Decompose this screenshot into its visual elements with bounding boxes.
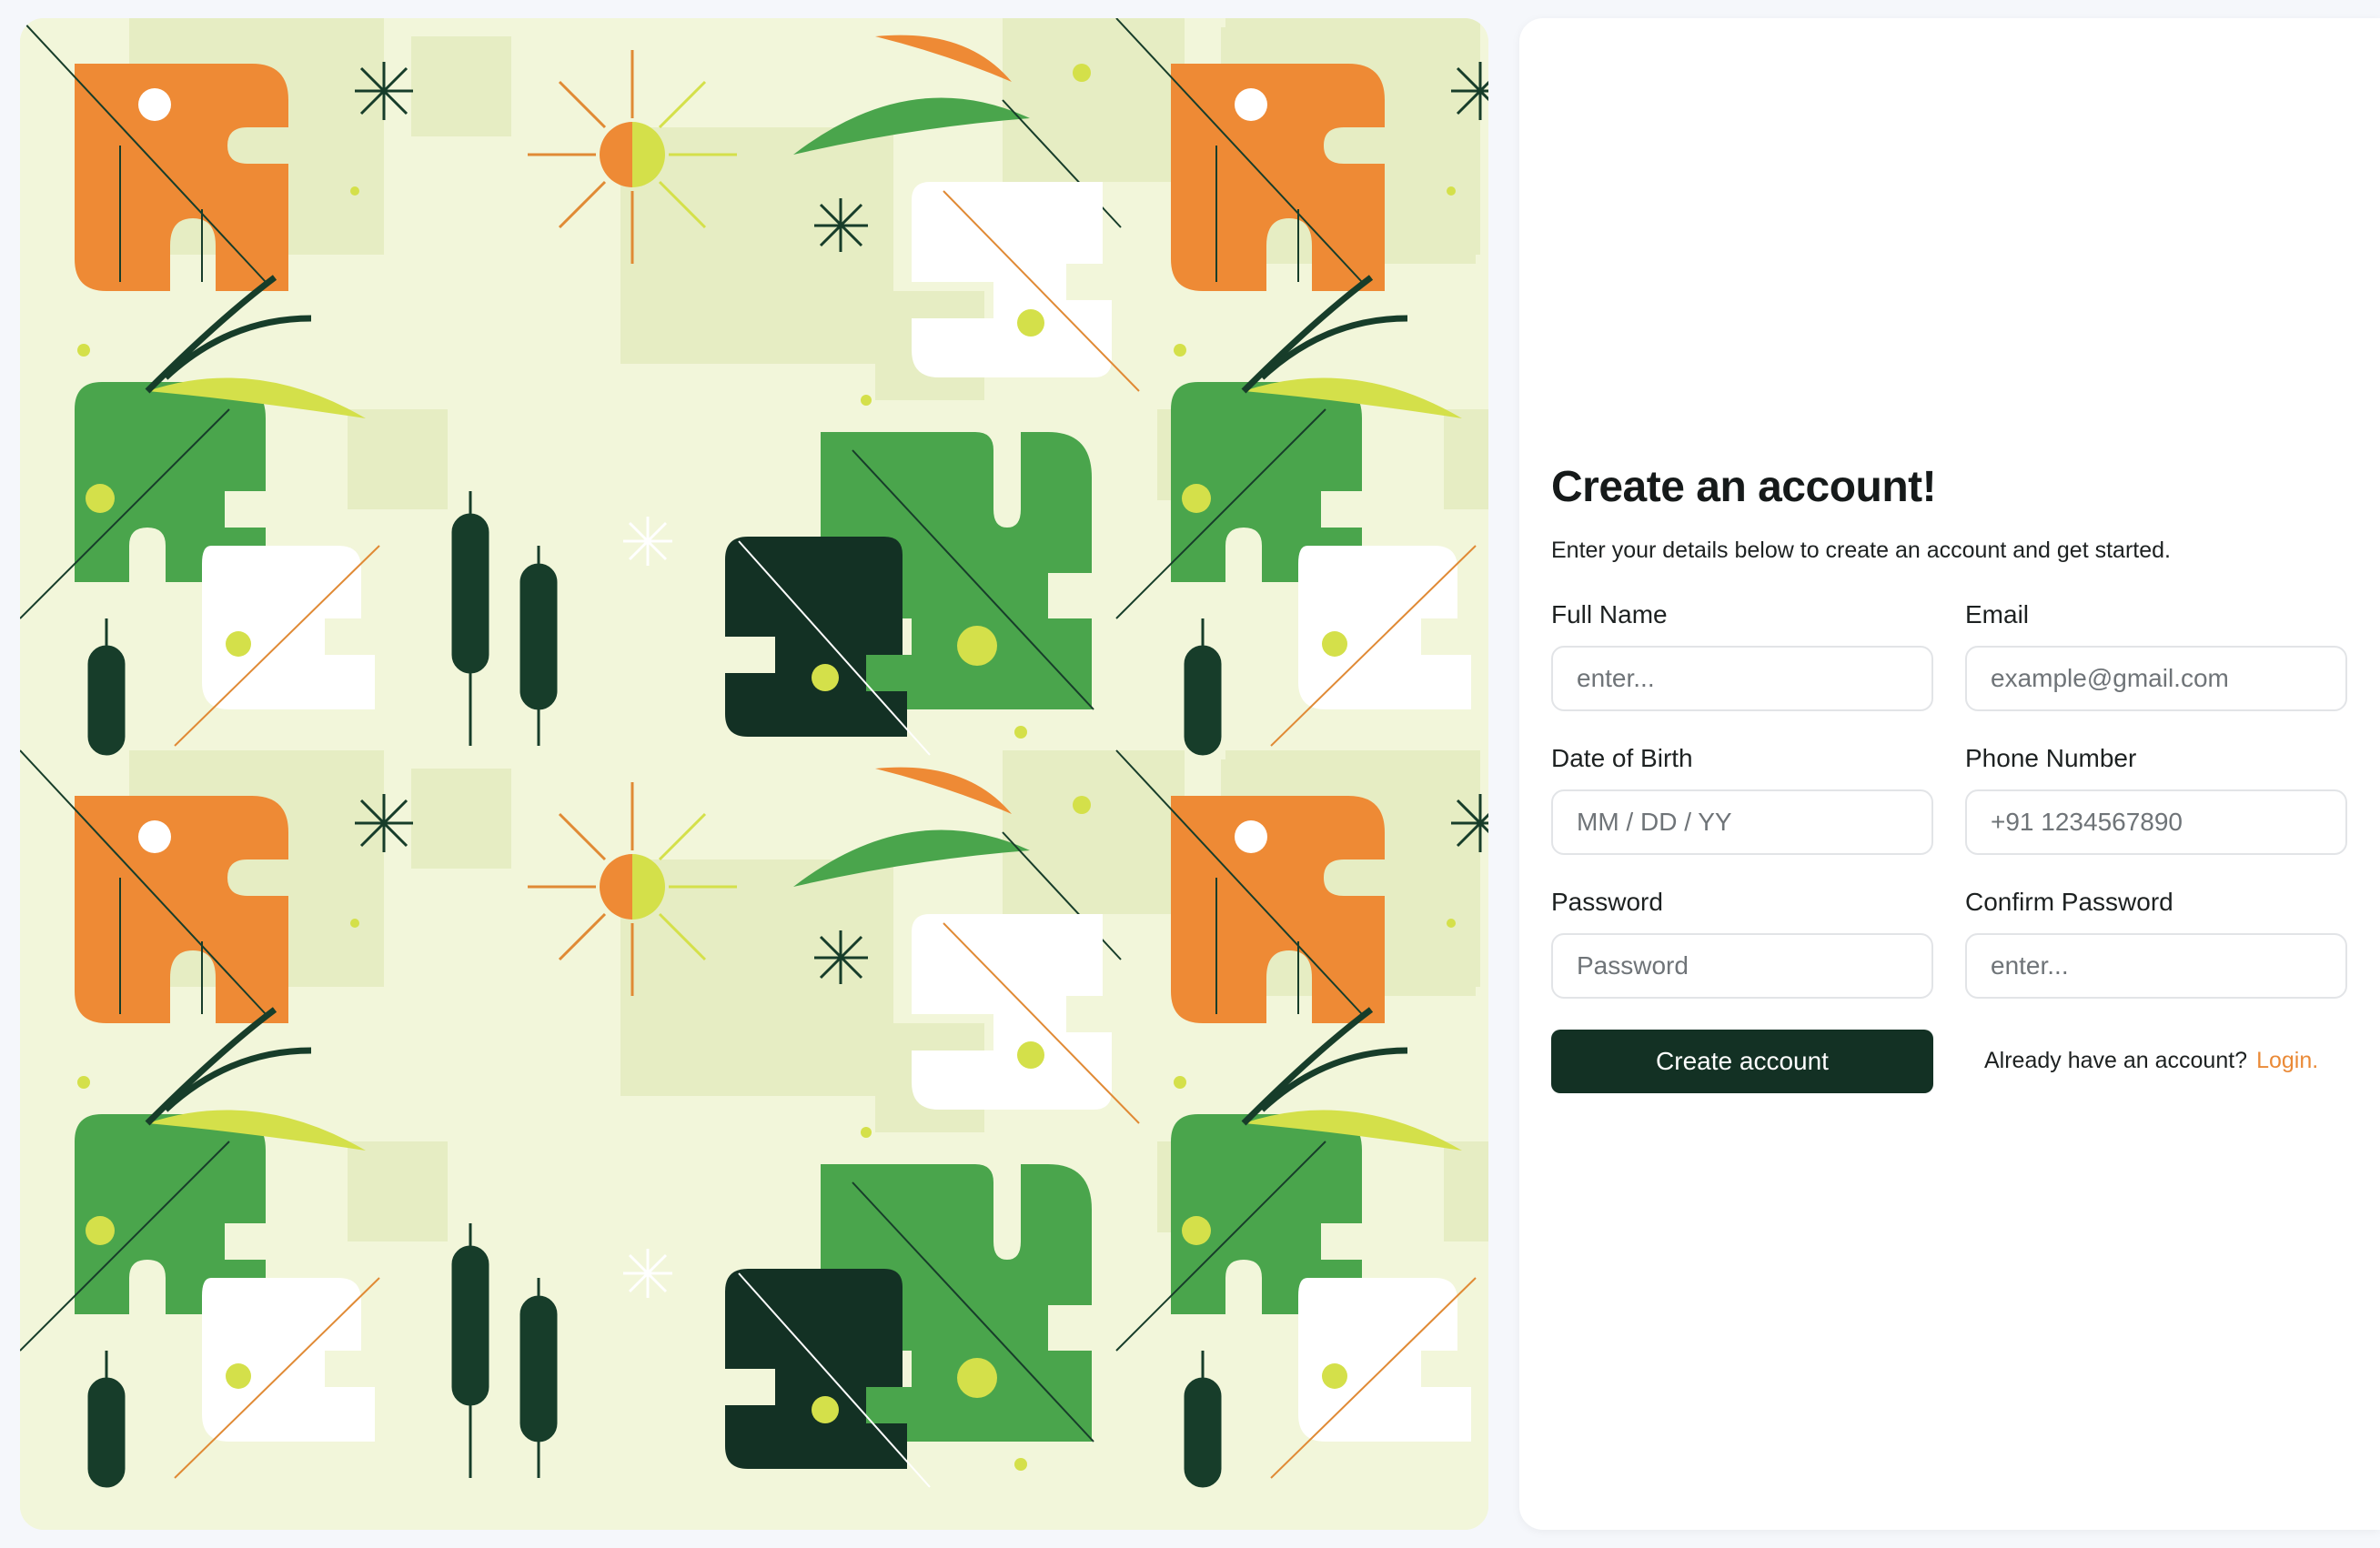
full-name-label: Full Name	[1551, 599, 1668, 628]
confirm-password-label: Confirm Password	[1965, 887, 2173, 916]
botanical-pattern	[20, 18, 1488, 1530]
password-label: Password	[1551, 887, 1663, 916]
signup-form: Create an account! Enter your details be…	[1551, 463, 2352, 1093]
signup-card: Create an account! Enter your details be…	[1519, 18, 2380, 1530]
login-prompt-row: Already have an account? Login.	[1984, 1048, 2318, 1074]
full-name-input[interactable]	[1551, 645, 1933, 711]
phone-label: Phone Number	[1965, 743, 2137, 772]
page-subtitle: Enter your details below to create an ac…	[1551, 537, 2171, 563]
password-input[interactable]	[1551, 932, 1933, 999]
page-title: Create an account!	[1551, 463, 1937, 511]
form-actions: Create account Already have an account? L…	[1551, 1029, 2352, 1093]
confirm-password-input[interactable]	[1965, 932, 2347, 999]
confirm-password-group: Confirm Password	[1965, 888, 2347, 999]
login-prompt: Already have an account?	[1984, 1048, 2248, 1074]
email-group: Email	[1965, 600, 2347, 711]
full-name-group: Full Name	[1551, 600, 1933, 711]
email-label: Email	[1965, 599, 2030, 628]
phone-input[interactable]	[1965, 789, 2347, 855]
form-fields: Full Name Email Date of Birth Phone Numb…	[1551, 600, 2352, 999]
create-account-button[interactable]: Create account	[1551, 1029, 1933, 1093]
email-field[interactable]	[1965, 645, 2347, 711]
dob-input[interactable]	[1551, 789, 1933, 855]
login-link[interactable]: Login.	[2256, 1048, 2318, 1073]
phone-group: Phone Number	[1965, 744, 2347, 855]
dob-group: Date of Birth	[1551, 744, 1933, 855]
dob-label: Date of Birth	[1551, 743, 1693, 772]
botanical-illustration	[20, 18, 1488, 1530]
password-group: Password	[1551, 888, 1933, 999]
